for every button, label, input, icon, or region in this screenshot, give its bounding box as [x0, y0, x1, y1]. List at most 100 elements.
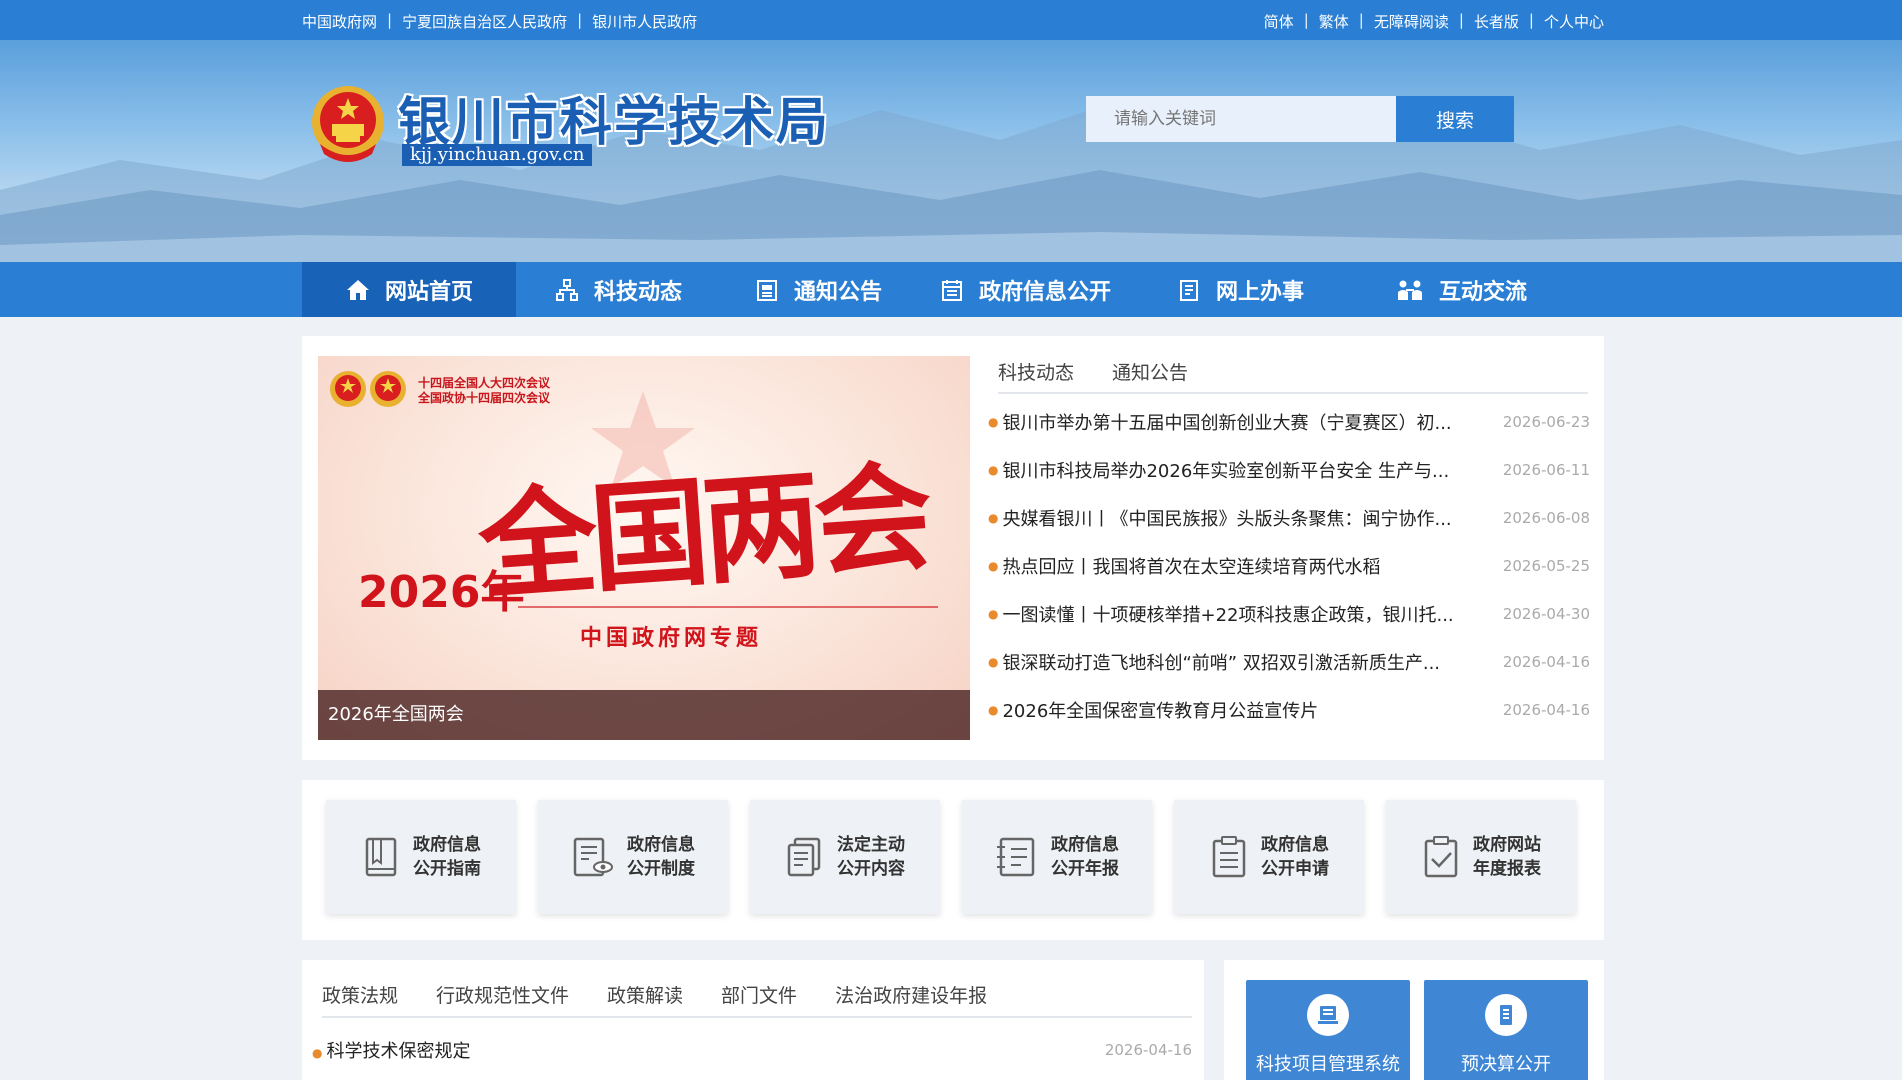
news-panel: 十四届全国人大四次会议 全国政协十四届四次会议 全国两会 2026年 中国政府网… — [302, 336, 1604, 760]
report-icon — [997, 837, 1035, 877]
banner-caption: 2026年全国两会 — [318, 690, 970, 740]
clipboard-icon — [1212, 836, 1246, 878]
quick-link-label: 政府信息 公开年报 — [1051, 835, 1119, 879]
link-simplified[interactable]: 简体 — [1264, 11, 1294, 32]
nav-home[interactable]: 网站首页 — [302, 262, 516, 317]
calendar-icon — [941, 279, 962, 301]
bullet-dot-icon: ● — [988, 703, 999, 717]
policy-panel: 政策法规 行政规范性文件 政策解读 部门文件 法治政府建设年报 ● 科学技术保密规… — [302, 960, 1204, 1080]
news-title: 银深联动打造飞地科创“前哨” 双招双引激活新质生产... — [1002, 653, 1441, 674]
people-icon — [1397, 280, 1422, 300]
nav-label: 网站首页 — [384, 279, 473, 305]
news-tabs: 科技动态 通知公告 — [998, 358, 1588, 394]
nav-gov-info[interactable]: 政府信息公开 — [916, 262, 1134, 317]
list-item[interactable]: ● 银川市科技局举办2026年实验室创新平台安全 生产与... 2026-06-11 — [988, 446, 1590, 494]
separator: | — [1303, 11, 1309, 29]
search-input[interactable] — [1086, 96, 1396, 142]
banner-subtitle: 中国政府网专题 — [580, 626, 763, 651]
news-date: 2026-06-23 — [1502, 413, 1590, 431]
tab-tech-news[interactable]: 科技动态 — [998, 358, 1074, 392]
list-item[interactable]: ● 2026年全国保密宣传教育月公益宣传片 2026-04-16 — [988, 686, 1590, 734]
tab-notices[interactable]: 通知公告 — [1112, 358, 1188, 392]
list-item[interactable]: ● 银深联动打造飞地科创“前哨” 双招双引激活新质生产... 2026-04-16 — [988, 638, 1590, 686]
tab-policy-regulations[interactable]: 政策法规 — [322, 981, 398, 1008]
list-item[interactable]: ● 一图读懂丨十项硬核举措+22项科技惠企政策，银川托... 2026-04-30 — [988, 590, 1590, 638]
news-title: 央媒看银川丨《中国民族报》头版头条聚焦：闽宁协作... — [1002, 509, 1452, 530]
news-date: 2026-04-30 — [1502, 605, 1590, 623]
link-traditional[interactable]: 繁体 — [1319, 11, 1349, 32]
bullet-dot-icon: ● — [988, 655, 999, 669]
project-icon — [1318, 1006, 1338, 1024]
banner-header-text: 十四届全国人大四次会议 全国政协十四届四次会议 — [418, 376, 550, 406]
bullet-dot-icon: ● — [312, 1046, 323, 1060]
home-icon — [346, 279, 369, 300]
link-elder-mode[interactable]: 长者版 — [1474, 11, 1519, 32]
docs-icon — [787, 837, 821, 877]
tab-department-docs[interactable]: 部门文件 — [721, 981, 797, 1008]
icon-circle — [1485, 994, 1527, 1036]
bullet-dot-icon: ● — [988, 511, 999, 525]
news-title: 银川市举办第十五届中国创新创业大赛（宁夏赛区）初... — [1002, 413, 1452, 434]
list-item[interactable]: ● 热点回应丨我国将首次在太空连续培育两代水稻 2026-05-25 — [988, 542, 1590, 590]
separator: | — [387, 11, 393, 29]
policy-title: 科学技术保密规定 — [326, 1041, 471, 1062]
link-gov-cn[interactable]: 中国政府网 — [302, 11, 377, 32]
national-emblem-icon — [312, 86, 384, 162]
nav-label: 政府信息公开 — [978, 279, 1111, 305]
top-bar: 中国政府网 | 宁夏回族自治区人民政府 | 银川市人民政府 简体 | 繁体 | … — [0, 0, 1902, 40]
top-right-links: 简体 | 繁体 | 无障碍阅读 | 长者版 | 个人中心 — [1264, 11, 1604, 32]
banner-carousel[interactable]: 十四届全国人大四次会议 全国政协十四届四次会议 全国两会 2026年 中国政府网… — [318, 356, 970, 740]
news-date: 2026-06-11 — [1502, 461, 1590, 479]
link-yinchuan-gov[interactable]: 银川市人民政府 — [592, 11, 697, 32]
side-card-label: 科技项目管理系统 — [1256, 1054, 1400, 1075]
bullet-dot-icon: ● — [988, 607, 999, 621]
main-nav: 网站首页 科技动态 通知公告 政府信息公开 网上办事 互动交流 — [0, 262, 1902, 317]
news-date: 2026-04-16 — [1502, 701, 1590, 719]
quick-link-website-report[interactable]: 政府网站 年度报表 — [1386, 800, 1576, 914]
nav-interaction[interactable]: 互动交流 — [1346, 262, 1576, 317]
list-item[interactable]: ● 科学技术保密规定 2026-04-16 — [312, 1030, 1192, 1070]
policy-date: 2026-04-16 — [1104, 1041, 1192, 1059]
list-item[interactable]: ● 央媒看银川丨《中国民族报》头版头条聚焦：闽宁协作... 2026-06-08 — [988, 494, 1590, 542]
separator: | — [577, 11, 583, 29]
link-accessibility[interactable]: 无障碍阅读 — [1374, 11, 1449, 32]
quick-link-label: 政府网站 年度报表 — [1473, 835, 1541, 879]
quick-link-label: 法定主动 公开内容 — [837, 835, 905, 879]
separator: | — [1358, 11, 1364, 29]
quick-link-content[interactable]: 法定主动 公开内容 — [750, 800, 940, 914]
nav-label: 科技动态 — [593, 279, 682, 305]
project-management-button[interactable]: 科技项目管理系统 — [1246, 980, 1410, 1080]
quick-link-system[interactable]: 政府信息 公开制度 — [538, 800, 728, 914]
news-list: ● 银川市举办第十五届中国创新创业大赛（宁夏赛区）初... 2026-06-23 ●… — [988, 398, 1590, 734]
tab-policy-interpretation[interactable]: 政策解读 — [607, 981, 683, 1008]
banner-header-line: 全国政协十四届四次会议 — [418, 391, 551, 405]
link-personal-center[interactable]: 个人中心 — [1544, 11, 1604, 32]
link-ningxia-gov[interactable]: 宁夏回族自治区人民政府 — [402, 11, 567, 32]
search-button[interactable]: 搜索 — [1396, 96, 1514, 142]
budget-disclosure-button[interactable]: 预决算公开 — [1424, 980, 1588, 1080]
tab-normative-docs[interactable]: 行政规范性文件 — [436, 981, 569, 1008]
side-card-label: 预决算公开 — [1461, 1054, 1551, 1075]
tab-rule-of-law-report[interactable]: 法治政府建设年报 — [835, 981, 987, 1008]
site-header: 银川市科学技术局 kjj.yinchuan.gov.cn 搜索 — [0, 40, 1902, 262]
nav-tech-news[interactable]: 科技动态 — [516, 262, 720, 317]
top-left-links: 中国政府网 | 宁夏回族自治区人民政府 | 银川市人民政府 — [302, 11, 697, 32]
quick-link-annual-report[interactable]: 政府信息 公开年报 — [962, 800, 1152, 914]
banner-year: 2026年 — [358, 567, 525, 618]
check-clipboard-icon — [1424, 836, 1458, 878]
policy-tabs: 政策法规 行政规范性文件 政策解读 部门文件 法治政府建设年报 — [322, 972, 1192, 1018]
news-title: 2026年全国保密宣传教育月公益宣传片 — [1002, 701, 1319, 722]
policy-title-wrap: ● 科学技术保密规定 — [312, 1037, 470, 1063]
list-item[interactable]: ● 银川市举办第十五届中国创新创业大赛（宁夏赛区）初... 2026-06-23 — [988, 398, 1590, 446]
news-title: 热点回应丨我国将首次在太空连续培育两代水稻 — [1002, 557, 1381, 578]
document-icon — [1179, 279, 1198, 301]
quick-link-application[interactable]: 政府信息 公开申请 — [1174, 800, 1364, 914]
quick-link-label: 政府信息 公开指南 — [413, 835, 481, 879]
quick-links-panel: 政府信息 公开指南 政府信息 公开制度 法定主动 公开内容 政府信息 公开年报 … — [302, 780, 1604, 940]
quick-link-guide[interactable]: 政府信息 公开指南 — [326, 800, 516, 914]
doc-eye-icon — [573, 837, 613, 877]
mountain-background — [0, 100, 1902, 262]
nav-notices[interactable]: 通知公告 — [720, 262, 916, 317]
nav-online-service[interactable]: 网上办事 — [1134, 262, 1346, 317]
news-date: 2026-05-25 — [1502, 557, 1590, 575]
